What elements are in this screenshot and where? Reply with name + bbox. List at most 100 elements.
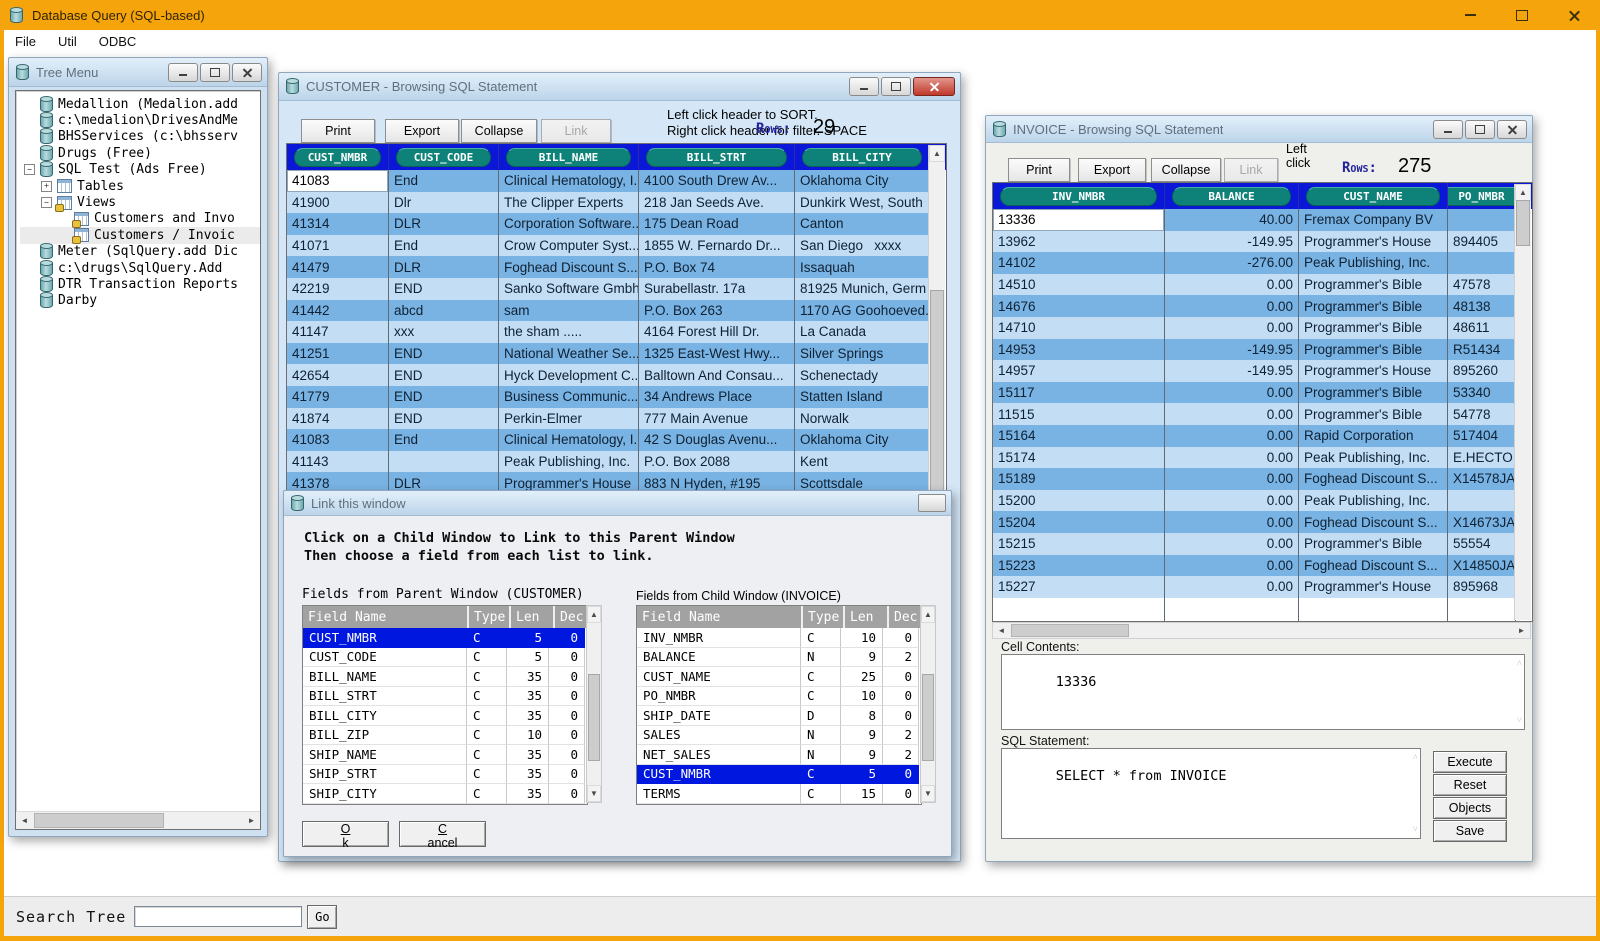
cell[interactable]: 40.00 <box>1165 209 1299 231</box>
field-cell[interactable]: 0 <box>883 706 919 726</box>
field-cell[interactable]: 35 <box>507 745 549 765</box>
field-cell[interactable]: BILL_ZIP <box>303 726 467 746</box>
table-row[interactable]: 41083EndClinical Hematology, I...4100 So… <box>287 170 946 192</box>
field-cell[interactable]: 8 <box>841 706 883 726</box>
scroll-up-button[interactable]: ▲ <box>929 145 945 162</box>
field-cell[interactable]: C <box>467 784 507 804</box>
field-cell[interactable]: 0 <box>549 667 585 687</box>
table-row[interactable]: 41147xxxthe sham .....4164 Forest Hill D… <box>287 321 946 343</box>
table-row[interactable]: 42219ENDSanko Software GmbhSurabellastr.… <box>287 278 946 300</box>
field-cell[interactable]: SHIP_CITY <box>303 784 467 804</box>
scroll-down-button[interactable]: ▼ <box>587 785 601 802</box>
cell[interactable]: 0.00 <box>1165 295 1299 317</box>
field-cell[interactable]: 10 <box>841 687 883 707</box>
cell[interactable]: Dunkirk West, South <box>795 192 930 214</box>
cell[interactable]: Programmer's House <box>1299 231 1448 253</box>
cell[interactable]: Surabellastr. 17a <box>639 278 795 300</box>
column-header-CUST_NAME[interactable]: CUST_NAME <box>1299 183 1448 209</box>
cell[interactable]: Corporation Software... <box>499 213 639 235</box>
field-cell[interactable]: 35 <box>507 687 549 707</box>
cell[interactable]: 895968 <box>1448 576 1516 598</box>
cell[interactable]: 42219 <box>287 278 389 300</box>
cell[interactable]: END <box>389 408 499 430</box>
print-button[interactable]: Print <box>1008 158 1070 182</box>
field-row[interactable]: CUST_CODEC50 <box>303 648 587 668</box>
column-header-CUST_CODE[interactable]: CUST_CODE <box>389 144 499 170</box>
field-cell[interactable]: 9 <box>841 745 883 765</box>
table-row[interactable]: 14102-276.00Peak Publishing, Inc. <box>993 252 1532 274</box>
cell[interactable]: END <box>389 386 499 408</box>
cell[interactable]: Dlr <box>389 192 499 214</box>
tree-item[interactable]: Medallion (Medalion.add <box>20 96 260 112</box>
cell[interactable]: Programmer's Bible <box>1299 317 1448 339</box>
cell[interactable]: 41874 <box>287 408 389 430</box>
cell[interactable]: 15164 <box>993 425 1165 447</box>
tree-item[interactable]: Meter (SqlQuery.add Dic <box>20 244 260 260</box>
cell[interactable]: Programmer's Bible <box>1299 533 1448 555</box>
field-row[interactable]: CUST_NAMEC250 <box>637 667 921 687</box>
field-cell[interactable]: INV_NMBR <box>637 628 801 648</box>
cell[interactable]: DLR <box>389 256 499 278</box>
column-header-INV_NMBR[interactable]: INV_NMBR <box>993 183 1165 209</box>
cell[interactable]: Hyck Development C... <box>499 364 639 386</box>
cell[interactable]: San Diego xxxx <box>795 235 930 257</box>
cell[interactable]: 14710 <box>993 317 1165 339</box>
search-tree-input[interactable] <box>134 906 302 927</box>
field-cell[interactable]: 15 <box>841 784 883 804</box>
tree-item[interactable]: Drugs (Free) <box>20 145 260 161</box>
cell[interactable]: National Weather Se... <box>499 343 639 365</box>
scroll-left-button[interactable]: ◄ <box>16 812 33 829</box>
fields-column-header-Len[interactable]: Len <box>845 606 887 628</box>
cell[interactable]: 0.00 <box>1165 403 1299 425</box>
field-cell[interactable]: C <box>801 784 841 804</box>
field-cell[interactable]: CUST_NMBR <box>303 628 467 648</box>
tree-item[interactable]: −Views <box>20 194 260 210</box>
field-cell[interactable]: N <box>801 745 841 765</box>
field-cell[interactable]: 2 <box>883 648 919 668</box>
tree-item[interactable]: BHSServices (c:\bhsserv <box>20 129 260 145</box>
field-cell[interactable]: 0 <box>883 765 919 785</box>
field-cell[interactable]: D <box>801 706 841 726</box>
expand-expander-icon[interactable]: + <box>41 181 52 192</box>
export-button[interactable]: Export <box>385 119 459 143</box>
field-cell[interactable]: C <box>801 765 841 785</box>
table-row[interactable]: 152150.00Programmer's Bible55554 <box>993 533 1532 555</box>
cell[interactable]: Rapid Corporation <box>1299 425 1448 447</box>
cell[interactable]: 41779 <box>287 386 389 408</box>
tree-item[interactable]: c:\medalion\DrivesAndMe <box>20 112 260 128</box>
scroll-right-button[interactable]: ► <box>243 812 260 829</box>
menu-file[interactable]: File <box>4 32 47 51</box>
cell[interactable]: 15223 <box>993 555 1165 577</box>
table-row[interactable]: 151640.00Rapid Corporation517404 <box>993 425 1532 447</box>
field-cell[interactable]: 10 <box>841 628 883 648</box>
cell[interactable]: END <box>389 343 499 365</box>
table-row[interactable]: 42654ENDHyck Development C...Balltown An… <box>287 364 946 386</box>
cell[interactable]: 0.00 <box>1165 490 1299 512</box>
cell[interactable]: 14510 <box>993 274 1165 296</box>
field-cell[interactable]: N <box>801 648 841 668</box>
tree-item[interactable]: Customers / Invoic <box>20 227 260 243</box>
cell[interactable]: Issaquah <box>795 256 930 278</box>
cell[interactable]: 41071 <box>287 235 389 257</box>
field-cell[interactable]: 0 <box>549 687 585 707</box>
table-row[interactable]: 41442abcdsamP.O. Box 2631170 AG Goohoeve… <box>287 300 946 322</box>
maximize-button[interactable] <box>200 63 230 82</box>
cell[interactable]: 41083 <box>287 170 389 192</box>
cell[interactable]: Business Communic... <box>499 386 639 408</box>
field-row[interactable]: SHIP_CITYC350 <box>303 784 587 804</box>
column-header-PO_NMBR[interactable]: PO_NMBR <box>1448 183 1516 209</box>
field-row[interactable]: SHIP_DATED80 <box>637 706 921 726</box>
scroll-right-button[interactable]: ► <box>1513 623 1530 638</box>
field-row[interactable]: PO_NMBRC100 <box>637 687 921 707</box>
close-button[interactable] <box>913 77 955 96</box>
cell[interactable]: Programmer's Bible <box>1299 403 1448 425</box>
cell[interactable]: 14102 <box>993 252 1165 274</box>
cell[interactable]: 4100 South Drew Av... <box>639 170 795 192</box>
cell[interactable]: 0.00 <box>1165 468 1299 490</box>
cell[interactable] <box>389 451 499 473</box>
cell[interactable]: 48611 <box>1448 317 1516 339</box>
cell[interactable]: 54778 <box>1448 403 1516 425</box>
field-cell[interactable]: 0 <box>883 784 919 804</box>
menu-odbc[interactable]: ODBC <box>88 32 148 51</box>
cell[interactable]: End <box>389 235 499 257</box>
